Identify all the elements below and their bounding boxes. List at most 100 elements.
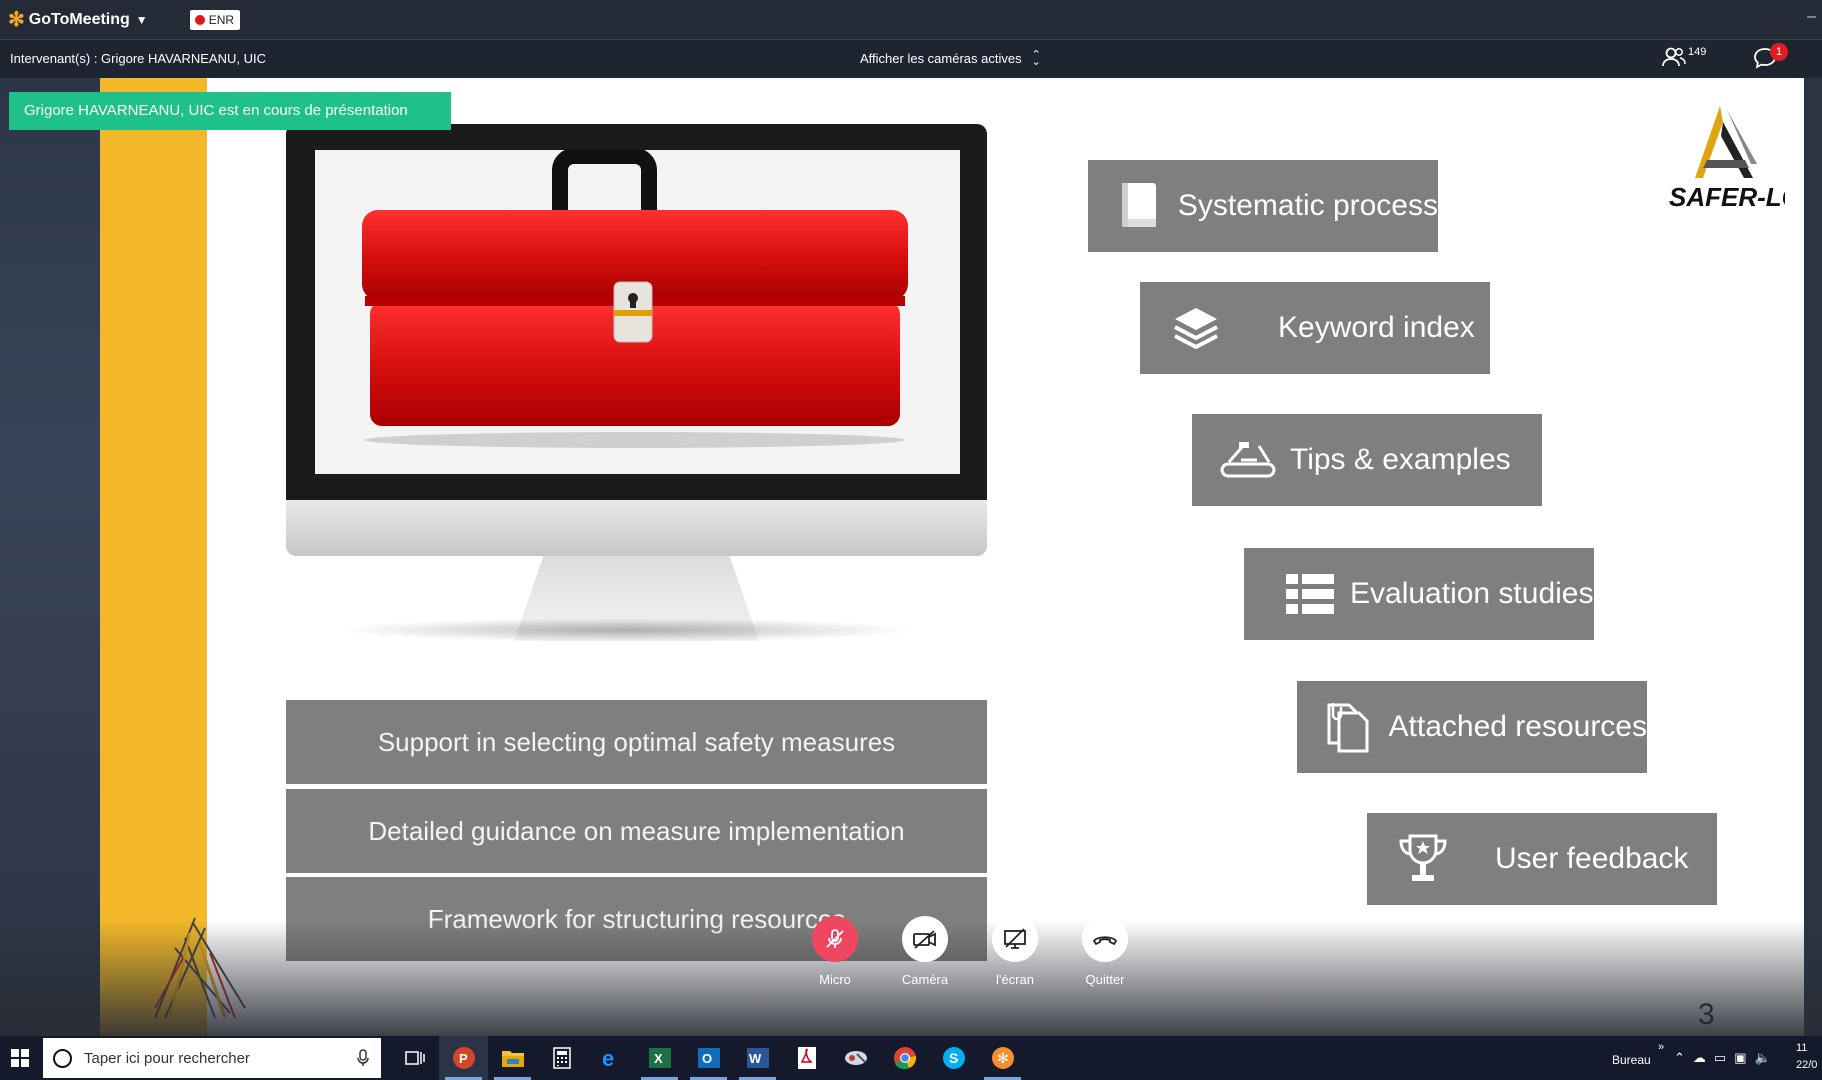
svg-text:O: O: [702, 1051, 712, 1066]
battery-icon[interactable]: ▭: [1714, 1050, 1726, 1066]
pdf-reader-icon[interactable]: [782, 1036, 831, 1080]
feature-label: Attached resources: [1388, 710, 1647, 743]
outlook-icon[interactable]: O: [684, 1036, 733, 1080]
svg-text:P: P: [459, 1051, 468, 1066]
camera-off-icon: [902, 916, 948, 962]
attendee-count: 149: [1688, 46, 1707, 58]
chat-unread-badge: 1: [1770, 43, 1788, 61]
screen-share-off-icon: [992, 916, 1038, 962]
gotomeeting-taskbar-icon[interactable]: ✻: [978, 1036, 1027, 1080]
task-view-icon[interactable]: [390, 1036, 439, 1080]
edge-browser-icon[interactable]: e: [586, 1036, 635, 1080]
up-down-chevron-icon: ⌃ ⌄: [1031, 48, 1041, 68]
feature-label: Keyword index: [1278, 311, 1475, 344]
feature-label: Systematic process: [1177, 189, 1438, 222]
snipping-tool-icon[interactable]: [831, 1036, 880, 1080]
clock-date: 22/0: [1796, 1059, 1818, 1071]
logo-text: SAFER-LC: [1669, 182, 1785, 212]
session-bar: Intervenant(s) : Grigore HAVARNEANU, UIC…: [0, 40, 1822, 78]
volume-icon[interactable]: 🔈: [1755, 1050, 1771, 1066]
mic-muted-icon: [812, 916, 858, 962]
monitor-screen: [315, 150, 960, 474]
microphone-icon[interactable]: [357, 1049, 369, 1067]
layers-icon: [1166, 298, 1226, 358]
network-icon[interactable]: ▣: [1734, 1050, 1746, 1066]
tools-icon: [1218, 430, 1278, 490]
presenting-banner: Grigore HAVARNEANU, UIC est en cours de …: [9, 92, 451, 130]
slide-accent-bar: [100, 78, 207, 1036]
powerpoint-icon[interactable]: P: [439, 1036, 488, 1080]
safer-lc-logo: SAFER-LC: [1665, 98, 1802, 218]
app-menu[interactable]: ✻ GoToMeeting ▼: [8, 10, 148, 30]
monitor-bezel: [286, 124, 987, 500]
stage-right-margin: [1804, 78, 1822, 1036]
svg-text:X: X: [654, 1051, 663, 1066]
feature-tips-examples: Tips & examples: [1192, 414, 1542, 506]
camera-view-label: Afficher les caméras actives: [860, 51, 1022, 66]
search-placeholder: Taper ici pour rechercher: [84, 1049, 250, 1067]
hang-up-icon: [1082, 916, 1128, 962]
record-dot-icon: [194, 14, 205, 25]
speakers-label: Intervenant(s) : Grigore HAVARNEANU, UIC: [10, 51, 266, 66]
slide-item-implementation-guidance: Detailed guidance on measure implementat…: [286, 789, 987, 873]
svg-text:S: S: [949, 1050, 958, 1066]
app-brand-label: GoToMeeting: [28, 10, 130, 28]
svg-text:✻: ✻: [997, 1051, 1009, 1067]
chat-button[interactable]: 1: [1752, 43, 1788, 73]
slide-item-safety-measures: Support in selecting optimal safety meas…: [286, 700, 987, 784]
screen-share-button[interactable]: l'écran: [970, 916, 1060, 987]
taskbar-apps: P e X O W S ✻: [390, 1036, 1027, 1080]
svg-text:e: e: [602, 1046, 614, 1070]
minimize-icon[interactable]: –: [1807, 8, 1816, 26]
feature-label: Tips & examples: [1290, 443, 1511, 476]
feature-label: Evaluation studies: [1350, 577, 1594, 610]
mic-label: Micro: [819, 972, 851, 987]
book-icon: [1114, 176, 1166, 236]
feature-user-feedback: User feedback: [1367, 813, 1717, 905]
recording-indicator[interactable]: ENR: [189, 9, 241, 30]
quit-button[interactable]: Quitter: [1060, 916, 1150, 987]
documents-icon: [1319, 697, 1377, 757]
windows-logo-icon: [11, 1049, 29, 1067]
camera-button[interactable]: Caméra: [880, 916, 970, 987]
attendees-button[interactable]: 149: [1662, 46, 1706, 68]
skype-icon[interactable]: S: [929, 1036, 978, 1080]
trophy-icon: [1393, 829, 1453, 889]
windows-taskbar: Taper ici pour rechercher P e X O W S ✻ …: [0, 1036, 1822, 1080]
monitor-chin: [286, 500, 987, 556]
monitor-illustration: [286, 124, 987, 556]
monitor-shadow: [336, 618, 916, 642]
file-explorer-icon[interactable]: [488, 1036, 537, 1080]
excel-icon[interactable]: X: [635, 1036, 684, 1080]
desktop-toolbar-label[interactable]: Bureau: [1612, 1053, 1651, 1067]
cortana-icon: [53, 1048, 72, 1068]
presentation-stage: Support in selecting optimal safety meas…: [0, 78, 1822, 1036]
toolbox-icon: [362, 150, 908, 448]
mic-button[interactable]: Micro: [790, 916, 880, 987]
system-clock[interactable]: 11 22/0: [1796, 1040, 1817, 1074]
camera-label: Caméra: [901, 972, 949, 987]
feature-systematic-process: Systematic process: [1088, 160, 1438, 252]
tray-icons: ⌃ ☁ ▭ ▣ 🔈: [1674, 1050, 1771, 1066]
start-button[interactable]: [0, 1036, 40, 1080]
recording-label: ENR: [208, 12, 235, 27]
show-hidden-icons-chevron-icon[interactable]: ⌃: [1674, 1050, 1685, 1066]
feature-keyword-index: Keyword index: [1140, 282, 1490, 374]
feature-label: User feedback: [1495, 842, 1689, 875]
word-icon[interactable]: W: [733, 1036, 782, 1080]
svg-text:W: W: [749, 1051, 762, 1066]
app-title-bar: ✻ GoToMeeting ▼ ENR –: [0, 0, 1822, 40]
calculator-icon[interactable]: [537, 1036, 586, 1080]
feature-evaluation-studies: Evaluation studies: [1244, 548, 1594, 640]
chevron-down-icon: ▼: [135, 12, 148, 27]
feature-attached-resources: Attached resources: [1297, 681, 1647, 773]
onedrive-icon[interactable]: ☁: [1693, 1050, 1706, 1066]
list-icon: [1280, 564, 1340, 624]
taskbar-search-box[interactable]: Taper ici pour rechercher: [43, 1038, 381, 1078]
screen-share-label: l'écran: [996, 972, 1034, 987]
quit-label: Quitter: [1085, 972, 1125, 987]
shared-slide: Support in selecting optimal safety meas…: [100, 78, 1804, 1036]
toolbar-expand-icon[interactable]: »: [1658, 1041, 1664, 1053]
camera-view-selector[interactable]: Afficher les caméras actives ⌃ ⌄: [860, 48, 1041, 68]
chrome-icon[interactable]: [880, 1036, 929, 1080]
